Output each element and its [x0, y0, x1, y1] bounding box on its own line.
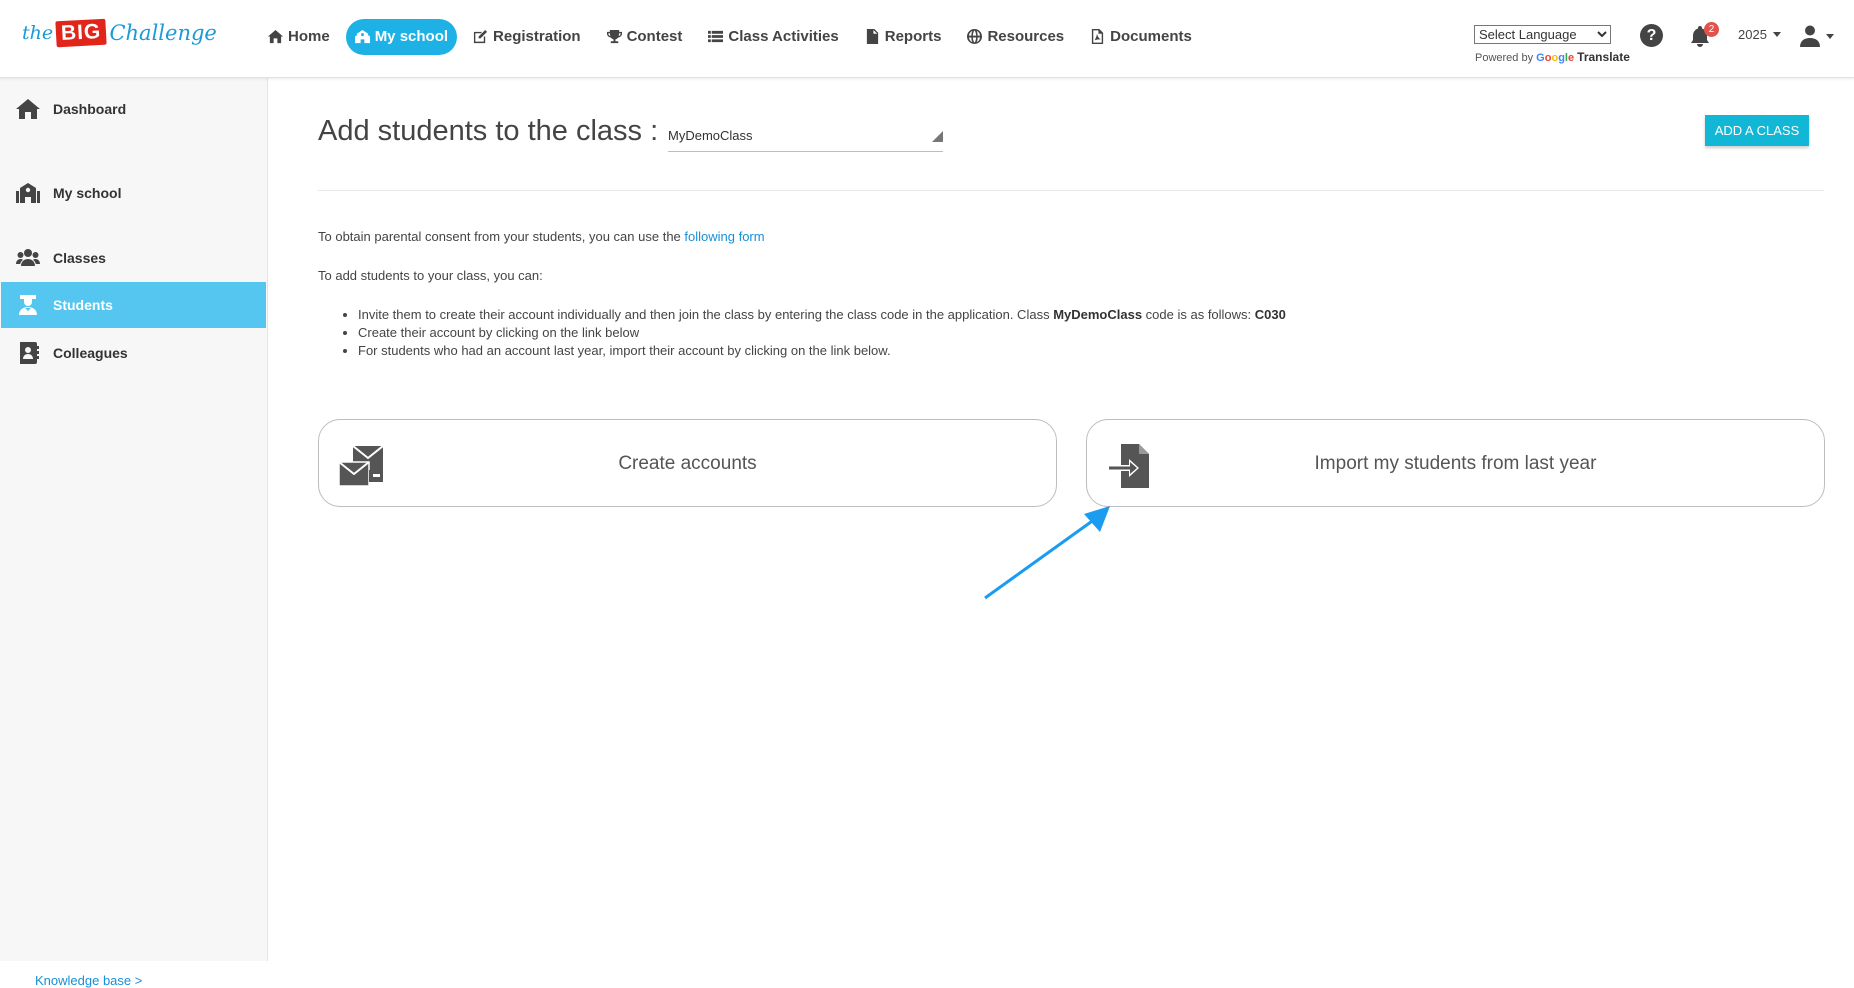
nav-documents-label: Documents [1110, 28, 1192, 45]
import-students-label: Import my students from last year [1314, 453, 1597, 474]
translate-link[interactable]: Translate [1577, 50, 1630, 64]
sidebar-item-label: My school [53, 185, 122, 201]
nav-home-label: Home [288, 28, 330, 45]
nav-home[interactable]: Home [258, 19, 340, 55]
list-item: Create their account by clicking on the … [358, 324, 1286, 342]
list-item: For students who had an account last yea… [358, 342, 1286, 360]
google-logo: Google [1536, 52, 1575, 64]
nav-my-school[interactable]: My school [345, 18, 458, 55]
nav-contest-label: Contest [626, 28, 683, 45]
nav-reports[interactable]: Reports [855, 19, 952, 55]
pdf-icon [1092, 29, 1104, 44]
sidebar-item-label: Students [53, 297, 113, 313]
consent-text: To obtain parental consent from your stu… [318, 229, 685, 244]
sidebar-item-dashboard[interactable]: Dashboard [1, 86, 266, 132]
bullet1-mid: code is as follows: [1142, 307, 1255, 322]
main-nav: Home My school Registration Contest Clas… [258, 18, 1208, 55]
sidebar-item-label: Dashboard [53, 101, 127, 117]
page-title: Add students to the class : [318, 115, 659, 147]
contact-book-icon [20, 342, 39, 364]
sidebar-item-label: Classes [53, 250, 106, 266]
top-navbar: the BIG Challenge Home My school Registr… [0, 0, 1854, 78]
big-challenge-logo[interactable]: the BIG Challenge [22, 16, 217, 50]
school-icon [16, 183, 40, 203]
class-select-dropdown[interactable]: MyDemoClass [668, 122, 943, 152]
nav-registration[interactable]: Registration [463, 19, 591, 55]
help-icon[interactable]: ? [1640, 24, 1663, 47]
list-item: Invite them to create their account indi… [358, 306, 1286, 324]
list-icon [708, 30, 724, 43]
logo-challenge: Challenge [109, 21, 217, 45]
create-accounts-label: Create accounts [618, 453, 757, 474]
language-selector[interactable]: Select Language [1474, 25, 1611, 44]
annotation-arrow-icon [984, 506, 1110, 600]
year-label: 2025 [1738, 27, 1767, 42]
nav-resources-label: Resources [987, 28, 1065, 45]
sidebar: Dashboard My school Classes Students Col… [0, 78, 268, 988]
users-icon [16, 249, 40, 266]
globe-icon [967, 29, 983, 44]
nav-contest[interactable]: Contest [597, 19, 693, 55]
sidebar-item-classes[interactable]: Classes [1, 235, 266, 281]
sidebar-item-students[interactable]: Students [1, 282, 266, 328]
file-text-icon [866, 29, 878, 44]
nav-documents[interactable]: Documents [1080, 19, 1202, 55]
knowledge-base-link[interactable]: Knowledge base > [35, 973, 142, 988]
nav-reports-label: Reports [884, 28, 942, 45]
powered-by-google-translate: Powered by Google Translate [1475, 50, 1630, 64]
nav-resources[interactable]: Resources [957, 19, 1074, 55]
class-code: C030 [1254, 307, 1286, 322]
dropdown-triangle-icon [932, 131, 943, 142]
class-select-value: MyDemoClass [668, 128, 753, 143]
nav-my-school-label: My school [374, 28, 449, 45]
bullet1-text: Invite them to create their account indi… [358, 307, 1054, 322]
sidebar-item-my-school[interactable]: My school [1, 170, 266, 216]
intro-paragraph: To add students to your class, you can: [318, 268, 543, 283]
add-class-button[interactable]: Add a class [1705, 115, 1809, 146]
sidebar-item-colleagues[interactable]: Colleagues [1, 330, 266, 376]
logo-big: BIG [55, 18, 108, 48]
powered-by-text: Powered by [1475, 52, 1534, 64]
import-students-card[interactable]: Import my students from last year [1086, 419, 1825, 507]
consent-paragraph: To obtain parental consent from your stu… [318, 229, 765, 244]
instructions-list: Invite them to create their account indi… [358, 306, 1286, 360]
school-icon [354, 29, 370, 44]
nav-class-activities[interactable]: Class Activities [698, 19, 848, 55]
chevron-down-icon [1772, 32, 1781, 37]
user-menu[interactable] [1800, 25, 1834, 47]
nav-class-activities-label: Class Activities [728, 28, 839, 45]
notification-count-badge: 2 [1704, 22, 1719, 37]
language-select[interactable]: Select Language [1474, 25, 1611, 44]
edit-icon [473, 29, 488, 44]
sidebar-item-label: Colleagues [53, 345, 128, 361]
home-icon [16, 99, 40, 119]
trophy-icon [606, 29, 622, 44]
year-dropdown[interactable]: 2025 [1738, 27, 1781, 42]
following-form-link[interactable]: following form [684, 229, 764, 244]
home-icon [268, 29, 283, 44]
logo-the: the [22, 22, 54, 44]
user-icon [1800, 25, 1820, 47]
create-accounts-card[interactable]: Create accounts [318, 419, 1057, 507]
student-icon [19, 295, 37, 315]
divider [318, 190, 1824, 191]
bullet1-class-name: MyDemoClass [1053, 307, 1143, 322]
nav-registration-label: Registration [493, 28, 581, 45]
chevron-down-icon [1826, 33, 1834, 39]
